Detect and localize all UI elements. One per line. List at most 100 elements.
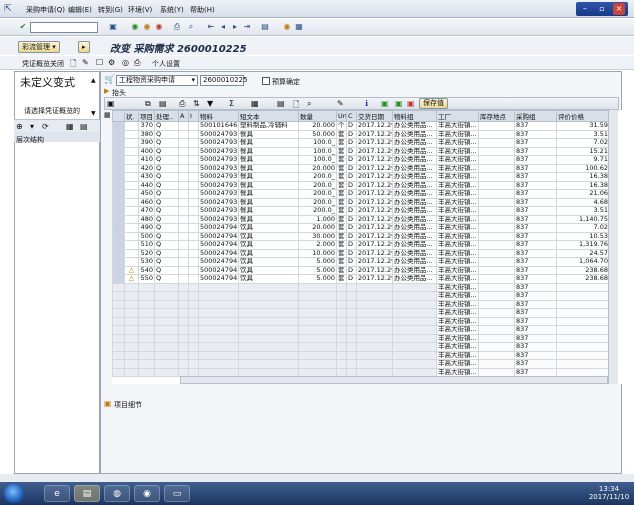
refresh-icon[interactable]: ⟳ bbox=[42, 122, 49, 131]
table-cell[interactable]: 办公类用品... bbox=[392, 121, 437, 131]
table-cell[interactable] bbox=[336, 316, 347, 326]
table-cell[interactable]: 500024793 bbox=[198, 163, 239, 173]
table-cell[interactable]: D bbox=[346, 206, 357, 216]
table-cell[interactable] bbox=[238, 333, 299, 343]
table-cell[interactable]: 837 bbox=[514, 223, 557, 233]
table-cell[interactable]: 2017.12.29 bbox=[356, 231, 393, 241]
table-cell[interactable] bbox=[478, 138, 515, 148]
table-cell[interactable] bbox=[478, 308, 515, 318]
table-cell[interactable] bbox=[188, 231, 199, 241]
expand-icon[interactable]: ⊕ bbox=[16, 122, 23, 131]
table-cell[interactable] bbox=[238, 291, 299, 301]
column-header[interactable]: 交货日期 bbox=[356, 110, 393, 122]
table-cell[interactable]: 4.68 bbox=[556, 197, 610, 207]
table-cell[interactable] bbox=[238, 350, 299, 360]
table-cell[interactable] bbox=[238, 359, 299, 369]
table-cell[interactable]: 837 bbox=[514, 299, 557, 309]
table-cell[interactable] bbox=[124, 299, 139, 309]
table-cell[interactable]: 837 bbox=[514, 138, 557, 148]
filter-icon-grid[interactable]: ▼ bbox=[207, 99, 213, 108]
table-cell[interactable] bbox=[238, 342, 299, 352]
find-icon[interactable]: ⌕ bbox=[186, 22, 196, 32]
table-cell[interactable]: 837 bbox=[514, 129, 557, 139]
sum-icon[interactable]: Σ bbox=[229, 99, 234, 108]
column-header[interactable]: 评价价格 bbox=[556, 110, 610, 122]
table-cell[interactable] bbox=[178, 172, 189, 182]
table-cell[interactable]: Q bbox=[154, 163, 179, 173]
prev-page-icon[interactable]: ◂ bbox=[218, 22, 228, 32]
table-cell[interactable] bbox=[112, 359, 125, 369]
table-cell[interactable]: 500024793 bbox=[198, 146, 239, 156]
empty-row[interactable]: 丰高大街镇... 837 bbox=[112, 282, 610, 292]
table-cell[interactable] bbox=[138, 308, 155, 318]
table-cell[interactable] bbox=[188, 206, 199, 216]
table-cell[interactable]: 办公类用品... bbox=[392, 197, 437, 207]
table-row[interactable]: 430 Q 500024793 餐具 200.0_ 套 D 2017.12.29 办公类用品..… bbox=[112, 172, 610, 182]
sap-icon[interactable]: ▭ bbox=[164, 485, 190, 502]
empty-row[interactable]: 丰高大街镇... 837 bbox=[112, 333, 610, 343]
table-cell[interactable]: 500024793 bbox=[198, 129, 239, 139]
table-cell[interactable] bbox=[188, 325, 199, 335]
table-cell[interactable] bbox=[478, 197, 515, 207]
table-cell[interactable] bbox=[392, 325, 437, 335]
table-cell[interactable]: 2017.12.29 bbox=[356, 223, 393, 233]
table-cell[interactable]: Q bbox=[154, 274, 179, 284]
column-header[interactable]: 短文本 bbox=[238, 110, 299, 122]
back-icon[interactable]: ◉ bbox=[130, 22, 140, 32]
save-icon[interactable]: ▣ bbox=[108, 22, 118, 32]
table-cell[interactable] bbox=[124, 316, 139, 326]
status-icon[interactable] bbox=[124, 248, 139, 258]
table-cell[interactable]: Q bbox=[154, 214, 179, 224]
help-icon[interactable]: ◉ bbox=[282, 22, 292, 32]
table-cell[interactable] bbox=[112, 342, 125, 352]
table-cell[interactable] bbox=[298, 308, 337, 318]
table-cell[interactable]: 50.000 bbox=[298, 129, 337, 139]
cancel-icon[interactable]: ◉ bbox=[154, 22, 164, 32]
table-cell[interactable]: 套 bbox=[336, 155, 347, 165]
table-cell[interactable] bbox=[346, 308, 357, 318]
table-cell[interactable] bbox=[298, 316, 337, 326]
table-cell[interactable]: 套 bbox=[336, 257, 347, 267]
table-cell[interactable] bbox=[238, 308, 299, 318]
enter-icon[interactable]: ✔ bbox=[18, 22, 28, 32]
table-cell[interactable] bbox=[154, 316, 179, 326]
table-row[interactable]: 450 Q 500024793 餐具 200.0_ 套 D 2017.12.29 办公类用品..… bbox=[112, 189, 610, 199]
status-icon[interactable] bbox=[124, 172, 139, 182]
table-cell[interactable]: 套 bbox=[336, 206, 347, 216]
table-cell[interactable]: 办公类用品... bbox=[392, 214, 437, 224]
table-cell[interactable]: 套 bbox=[336, 146, 347, 156]
table-cell[interactable]: 饮具 bbox=[238, 274, 299, 284]
table-cell[interactable]: 丰高大街镇... bbox=[436, 172, 479, 182]
table-cell[interactable]: 丰高大街镇... bbox=[436, 189, 479, 199]
table-row[interactable]: 370 Q 500101646 塑料制品,冷辅料 20.000 个 D 2017.12.29 办… bbox=[112, 121, 610, 131]
table-cell[interactable] bbox=[298, 333, 337, 343]
table-cell[interactable]: 饮具 bbox=[238, 240, 299, 250]
table-cell[interactable]: Q bbox=[154, 138, 179, 148]
table-cell[interactable] bbox=[478, 282, 515, 292]
command-field[interactable] bbox=[30, 22, 98, 33]
minimize-button[interactable]: – bbox=[579, 3, 591, 15]
print-icon[interactable]: ⎙ bbox=[172, 22, 182, 32]
table-cell[interactable] bbox=[112, 350, 125, 360]
table-cell[interactable]: D bbox=[346, 163, 357, 173]
table-cell[interactable] bbox=[188, 146, 199, 156]
table-row[interactable]: 410 Q 500024793 餐具 100.0_ 套 D 2017.12.29 办公类用品..… bbox=[112, 155, 610, 165]
table-cell[interactable]: 丰高大街镇... bbox=[436, 180, 479, 190]
status-icon[interactable]: △ bbox=[124, 274, 139, 284]
status-icon[interactable] bbox=[124, 129, 139, 139]
table-cell[interactable]: D bbox=[346, 138, 357, 148]
table-cell[interactable] bbox=[188, 333, 199, 343]
table-cell[interactable]: 丰高大街镇... bbox=[436, 214, 479, 224]
table-cell[interactable]: 丰高大街镇... bbox=[436, 231, 479, 241]
table-cell[interactable] bbox=[138, 342, 155, 352]
table-cell[interactable] bbox=[138, 333, 155, 343]
table-cell[interactable] bbox=[556, 333, 610, 343]
table-cell[interactable]: 837 bbox=[514, 291, 557, 301]
personal-settings-button[interactable]: 个人设置 bbox=[152, 59, 180, 69]
menu-item-edit[interactable]: 编辑(E) bbox=[68, 5, 92, 15]
doc-number-field[interactable]: 2600010225 bbox=[200, 75, 248, 86]
table-cell[interactable]: 100.62 bbox=[556, 163, 610, 173]
header-toggle-icon[interactable]: ▶ bbox=[104, 87, 109, 95]
table-cell[interactable]: 500101646 bbox=[198, 121, 239, 131]
table-cell[interactable]: 31.59 bbox=[556, 121, 610, 131]
